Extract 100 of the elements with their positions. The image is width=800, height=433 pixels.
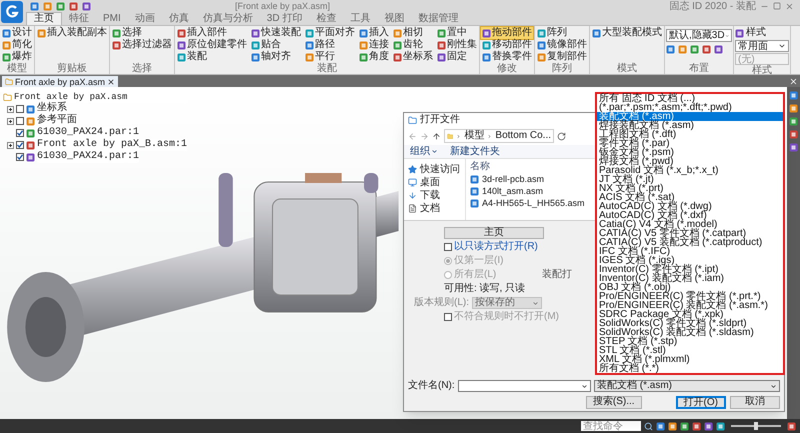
nav-item[interactable]: 下载 (408, 189, 465, 202)
list-option[interactable]: Catia(C) V4 文档 (*.model) (597, 220, 783, 229)
tree-item[interactable]: 参考平面 (37, 115, 77, 127)
file-item[interactable]: 140lt_asm.asm (470, 185, 544, 197)
list-option[interactable]: AutoCAD(C) 文档 (*.dwg) (597, 202, 783, 211)
new-folder-button[interactable]: 新建文件夹 (450, 146, 500, 158)
ribbon-button[interactable]: 快速装配 (250, 27, 302, 39)
ribbon-button[interactable]: 镜像部件 (536, 39, 588, 51)
search-icon[interactable] (644, 422, 653, 430)
list-option[interactable]: Inventor(C) 零件文档 (*.ipt) (597, 265, 783, 274)
list-option[interactable]: 零件文档 (*.par) (597, 139, 783, 148)
list-option[interactable]: CATIA(C) V5 装配文档 (*.catproduct) (597, 238, 783, 247)
list-option[interactable]: Parasolid 文档 (*.x_b;*.x_t) (597, 166, 783, 175)
ribbon-button[interactable]: 置中 (436, 27, 478, 39)
list-option[interactable]: NX 文档 (*.prt) (597, 184, 783, 193)
expand-icon[interactable] (7, 142, 14, 148)
list-option[interactable]: 钣金文档 (*.psm) (597, 148, 783, 157)
ribbon-button[interactable]: 移动部件 (481, 39, 533, 51)
ribbon-button[interactable]: 原位创建零件 (176, 39, 248, 51)
tree-item[interactable]: 61030_PAX24.par:1 (37, 151, 140, 163)
ribbon-tab[interactable]: 特征 (62, 12, 96, 25)
list-option[interactable]: 所有 固态 ID 文档 (...) (*.par;*.psm;*.asm;*.dft;*.pwd) (597, 94, 783, 112)
app-logo-icon[interactable] (1, 1, 23, 23)
list-option[interactable]: Inventor(C) 装配文档 (*.iam) (597, 274, 783, 283)
list-option[interactable]: SDRC Package 文档 (*.xpk) (597, 310, 783, 319)
ribbon-button[interactable]: 角度 (358, 51, 390, 63)
view-combo[interactable]: 默认,隐藏3D (666, 29, 732, 42)
ribbon-button[interactable]: 轴对齐 (250, 51, 302, 63)
ribbon-button[interactable]: 贴合 (250, 39, 302, 51)
ribbon-button[interactable]: 选择过滤器 (111, 39, 173, 51)
ribbon-button[interactable]: 阵列 (536, 27, 588, 39)
list-option[interactable]: CATIA(C) V5 零件文档 (*.catpart) (597, 229, 783, 238)
ribbon-tab[interactable]: 主页 (26, 12, 62, 25)
nav-item[interactable]: 快速访问 (408, 163, 465, 176)
filename-field[interactable] (458, 380, 591, 392)
ribbon-tab[interactable]: 3D 打印 (260, 12, 310, 25)
ribbon-button[interactable]: 插入部件 (176, 27, 248, 39)
breadcrumb-item[interactable]: 模型 (464, 130, 484, 142)
ribbon-button[interactable]: 坐标系 (392, 51, 434, 63)
file-item[interactable]: 3d-rell-pcb.asm (470, 173, 544, 185)
version-rule-select[interactable]: 按保存的 (472, 297, 542, 309)
ribbon-tab[interactable]: 仿真 (162, 12, 196, 25)
ribbon-button[interactable]: 拖动部件 (481, 27, 533, 39)
home-button[interactable]: 主页 (444, 227, 544, 239)
ribbon-button[interactable]: 平行 (304, 51, 356, 63)
list-option[interactable]: XML 文档 (*.plmxml) (597, 355, 783, 364)
ribbon-tab[interactable]: PMI (96, 12, 128, 25)
list-option[interactable]: ACIS 文档 (*.sat) (597, 193, 783, 202)
close-icon[interactable] (107, 78, 116, 86)
list-option[interactable]: 所有文档 (*.*) (597, 364, 783, 373)
ribbon-tab[interactable]: 动画 (128, 12, 162, 25)
ribbon-button[interactable]: 大型装配模式 (591, 27, 663, 39)
list-option[interactable]: 工程图文档 (*.dft) (597, 130, 783, 139)
tree-item[interactable]: Front axle by paX_B.asm:1 (37, 139, 188, 151)
list-option[interactable]: 焊接装配文档 (*.asm) (597, 121, 783, 130)
refresh-icon[interactable] (557, 132, 566, 140)
tree-checkbox[interactable] (16, 117, 24, 125)
list-option[interactable]: IGES 文档 (*.igs) (597, 256, 783, 265)
ribbon-button[interactable]: 插入装配副本 (36, 27, 108, 39)
slider-thumb[interactable] (754, 422, 758, 430)
list-option[interactable]: SolidWorks(C) 装配文档 (*.sldasm) (597, 328, 783, 337)
ribbon-button[interactable]: 刚性集 (436, 39, 478, 51)
nav-item[interactable]: 文档 (408, 202, 465, 215)
breadcrumb-item[interactable]: Bottom Co... (495, 130, 551, 142)
dialog-button[interactable]: 打开(O) (676, 396, 726, 408)
ribbon-tab[interactable]: 数据管理 (411, 12, 466, 25)
list-option[interactable]: SolidWorks(C) 零件文档 (*.sldprt) (597, 319, 783, 328)
ribbon-button[interactable]: 复制部件 (536, 51, 588, 63)
list-option[interactable]: 焊接文档 (*.pwd) (597, 157, 783, 166)
ribbon-tab[interactable]: 检查 (309, 12, 344, 25)
readonly-checkbox[interactable] (444, 243, 452, 251)
nav-item[interactable]: 桌面 (408, 176, 465, 189)
ribbon-button[interactable]: 替换零件 (481, 51, 533, 63)
organize-button[interactable]: 组织 (410, 146, 438, 158)
command-search-field[interactable]: 查找命令 (581, 421, 641, 431)
dialog-button[interactable]: 取消 (730, 396, 780, 408)
document-tab[interactable]: Front axle by paX.asm (2, 76, 118, 87)
expand-icon[interactable] (7, 118, 14, 124)
no-open-checkbox[interactable] (444, 313, 452, 321)
style-combo[interactable]: 常用面 (735, 40, 789, 52)
ribbon-button[interactable]: 连接 (358, 39, 390, 51)
checkbox-label[interactable]: 以只读方式打开(R) (454, 241, 538, 253)
tree-checkbox[interactable] (16, 141, 24, 149)
ribbon-button[interactable]: 路径 (304, 39, 356, 51)
list-option[interactable]: IFC 文档 (*.IFC) (597, 247, 783, 256)
expand-icon[interactable] (7, 106, 14, 112)
ribbon-button[interactable]: 相切 (392, 27, 434, 39)
ribbon-button[interactable]: 平面对齐 (304, 27, 356, 39)
ribbon-button[interactable]: 设计 (1, 27, 33, 39)
ribbon-button[interactable]: 插入 (358, 27, 390, 39)
file-item[interactable]: A4-HH565-L_HH565.asm (470, 197, 585, 209)
list-option[interactable]: STL 文档 (*.stl) (597, 346, 783, 355)
ribbon-tab[interactable]: 工具 (343, 12, 378, 25)
ribbon-button[interactable]: 固定 (436, 51, 478, 63)
tree-checkbox[interactable] (16, 105, 24, 113)
tree-checkbox[interactable] (16, 129, 24, 137)
tree-item[interactable]: 61030_PAX24.par:1 (37, 127, 140, 139)
column-header[interactable]: 名称 (470, 161, 490, 173)
dialog-button[interactable]: 搜索(S)... (586, 396, 642, 408)
list-option[interactable]: STEP 文档 (*.stp) (597, 337, 783, 346)
